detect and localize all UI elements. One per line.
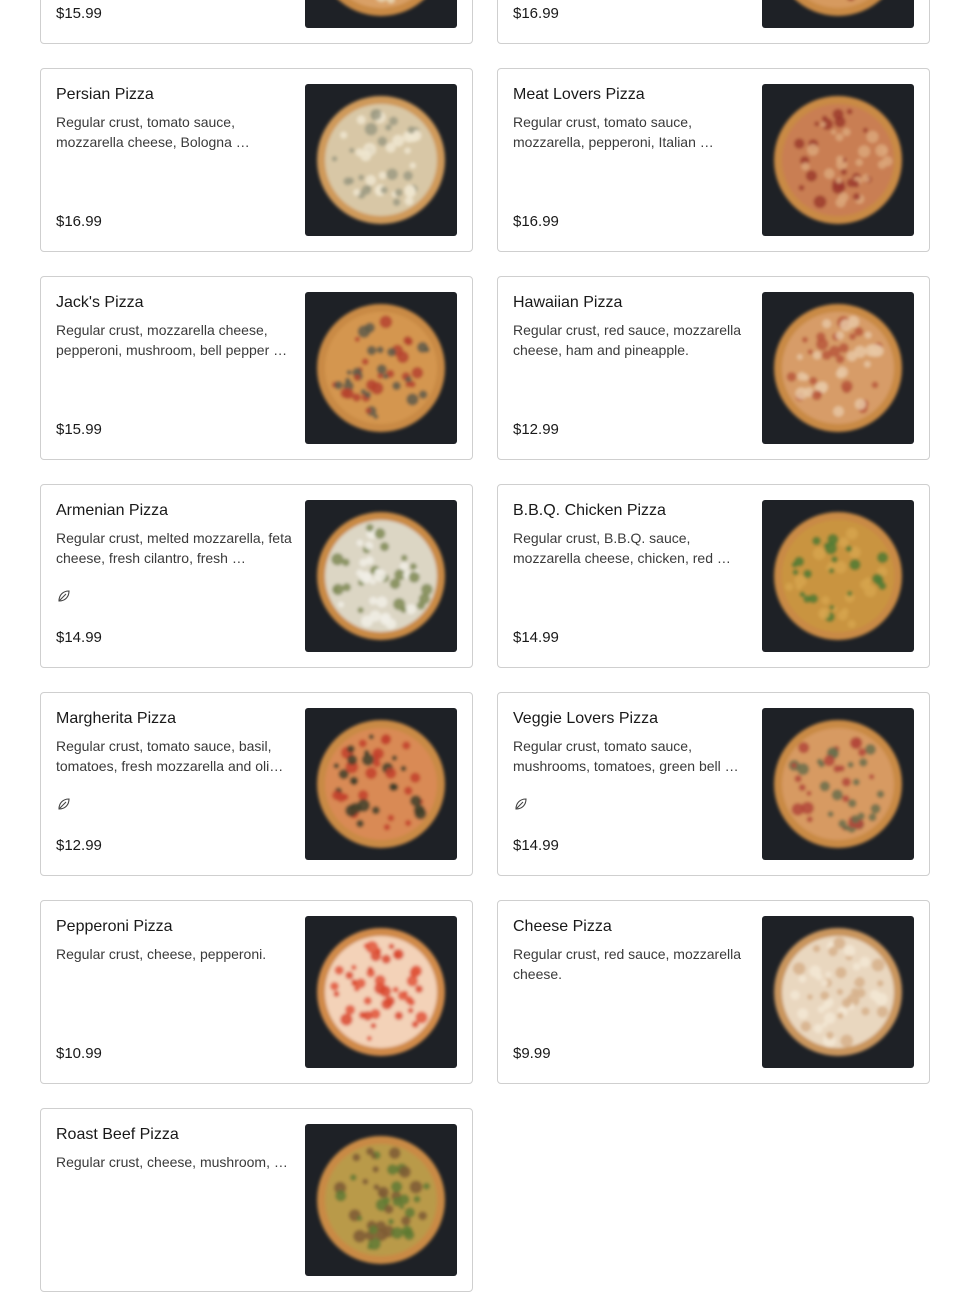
pizza-image: [774, 96, 902, 224]
menu-item-card[interactable]: Persian Pizza Regular crust, tomato sauc…: [40, 68, 473, 252]
menu-item-photo: [762, 708, 914, 860]
menu-item-price: $12.99: [56, 837, 102, 854]
menu-item-photo: [762, 500, 914, 652]
leaf-icon: [58, 798, 70, 810]
menu-item-description: Regular crust, tomato sauce, mushrooms, …: [513, 738, 739, 774]
menu-item-card[interactable]: Roast Beef Pizza Regular crust, cheese, …: [40, 1108, 473, 1292]
pizza-image: [317, 1136, 445, 1264]
pizza-image: [317, 96, 445, 224]
menu-item-description: Regular crust, melted mozzarella, feta c…: [56, 530, 292, 566]
menu-item-description: Regular crust, mozzarella cheese, pepper…: [56, 322, 288, 358]
menu-item-photo: [305, 708, 457, 860]
menu-item-price: $16.99: [56, 213, 102, 230]
menu-item-info: Armenian Pizza Regular crust, melted moz…: [56, 500, 296, 652]
pizza-image: [774, 720, 902, 848]
menu-item-description: Regular crust, tomato sauce, mozzarella,…: [513, 114, 714, 150]
pizza-image: [774, 512, 902, 640]
menu-item-info: B.B.Q. Chicken Pizza Regular crust, B.B.…: [513, 500, 753, 652]
menu-item-info: Pepperoni Pizza Regular crust, cheese, p…: [56, 916, 296, 1068]
menu-item-info: Roast Beef Pizza Regular crust, cheese, …: [56, 1124, 296, 1276]
menu-item-photo: [762, 84, 914, 236]
pizza-image: [317, 928, 445, 1056]
menu-item-description: Regular crust, tomato sauce, mozzarella …: [56, 114, 250, 150]
menu-item-price: $15.99: [56, 421, 102, 438]
menu-item-price: $14.99: [56, 629, 102, 646]
menu-item-info: Jack's Pizza Regular crust, mozzarella c…: [56, 292, 296, 444]
menu-item-description: Regular crust, cheese, pepperoni.: [56, 946, 267, 962]
menu-grid: $15.99 $16.99 Persian Pizza Regular crus…: [40, 0, 930, 1292]
leaf-icon: [58, 590, 70, 602]
menu-item-name: Cheese Pizza: [513, 918, 612, 935]
menu-item-photo: [305, 84, 457, 236]
menu-item-name: Armenian Pizza: [56, 502, 169, 519]
menu-item-name: Pepperoni Pizza: [56, 918, 173, 935]
menu-item-card[interactable]: Hawaiian Pizza Regular crust, red sauce,…: [497, 276, 930, 460]
pizza-image: [317, 304, 445, 432]
menu-item-price: $16.99: [513, 213, 559, 230]
menu-item-info: Persian Pizza Regular crust, tomato sauc…: [56, 84, 296, 236]
menu-item-card[interactable]: $16.99: [497, 0, 930, 44]
menu-item-info: Meat Lovers Pizza Regular crust, tomato …: [513, 84, 753, 236]
menu-item-card[interactable]: Armenian Pizza Regular crust, melted moz…: [40, 484, 473, 668]
menu-item-name: Margherita Pizza: [56, 710, 177, 727]
menu-item-photo: [305, 1124, 457, 1276]
menu-item-card[interactable]: Margherita Pizza Regular crust, tomato s…: [40, 692, 473, 876]
menu-item-price: $16.99: [513, 5, 559, 22]
menu-item-info: Hawaiian Pizza Regular crust, red sauce,…: [513, 292, 753, 444]
pizza-image: [774, 928, 902, 1056]
menu-item-photo: [762, 916, 914, 1068]
pizza-image: [795, 0, 881, 16]
menu-item-card[interactable]: $15.99: [40, 0, 473, 44]
leaf-icon: [515, 798, 527, 810]
menu-item-name: Roast Beef Pizza: [56, 1126, 179, 1143]
menu-item-info: $16.99: [513, 0, 753, 28]
menu-item-photo: [762, 292, 914, 444]
pizza-image: [317, 720, 445, 848]
pizza-image: [317, 512, 445, 640]
menu-item-photo: [305, 292, 457, 444]
menu-item-description: Regular crust, red sauce, mozzarella che…: [513, 322, 741, 358]
menu-item-price: $12.99: [513, 421, 559, 438]
menu-item-info: Veggie Lovers Pizza Regular crust, tomat…: [513, 708, 753, 860]
pizza-image: [338, 0, 424, 16]
menu-item-card[interactable]: B.B.Q. Chicken Pizza Regular crust, B.B.…: [497, 484, 930, 668]
menu-item-description: Regular crust, cheese, mushroom, …: [56, 1154, 288, 1170]
menu-item-price: $15.99: [56, 5, 102, 22]
menu-item-photo: [305, 916, 457, 1068]
menu-item-card[interactable]: Cheese Pizza Regular crust, red sauce, m…: [497, 900, 930, 1084]
menu-item-card[interactable]: Jack's Pizza Regular crust, mozzarella c…: [40, 276, 473, 460]
menu-item-name: Jack's Pizza: [56, 294, 144, 311]
menu-item-photo: [762, 0, 914, 28]
menu-item-photo: [305, 0, 457, 28]
menu-item-description: Regular crust, B.B.Q. sauce, mozzarella …: [513, 530, 731, 566]
menu-item-info: Cheese Pizza Regular crust, red sauce, m…: [513, 916, 753, 1068]
menu-item-photo: [305, 500, 457, 652]
menu-item-name: Meat Lovers Pizza: [513, 86, 645, 103]
menu-item-description: Regular crust, tomato sauce, basil, toma…: [56, 738, 284, 774]
menu-item-name: B.B.Q. Chicken Pizza: [513, 502, 666, 519]
menu-item-name: Hawaiian Pizza: [513, 294, 623, 311]
pizza-image: [774, 304, 902, 432]
menu-item-info: Margherita Pizza Regular crust, tomato s…: [56, 708, 296, 860]
menu-item-description: Regular crust, red sauce, mozzarella che…: [513, 946, 741, 982]
menu-item-card[interactable]: Pepperoni Pizza Regular crust, cheese, p…: [40, 900, 473, 1084]
menu-item-info: $15.99: [56, 0, 296, 28]
menu-item-name: Veggie Lovers Pizza: [513, 710, 658, 727]
menu-item-price: $9.99: [513, 1045, 551, 1062]
menu-item-name: Persian Pizza: [56, 86, 154, 103]
menu-item-price: $14.99: [513, 629, 559, 646]
menu-item-price: $10.99: [56, 1045, 102, 1062]
menu-item-price: $14.99: [513, 837, 559, 854]
menu-item-card[interactable]: Meat Lovers Pizza Regular crust, tomato …: [497, 68, 930, 252]
menu-item-card[interactable]: Veggie Lovers Pizza Regular crust, tomat…: [497, 692, 930, 876]
